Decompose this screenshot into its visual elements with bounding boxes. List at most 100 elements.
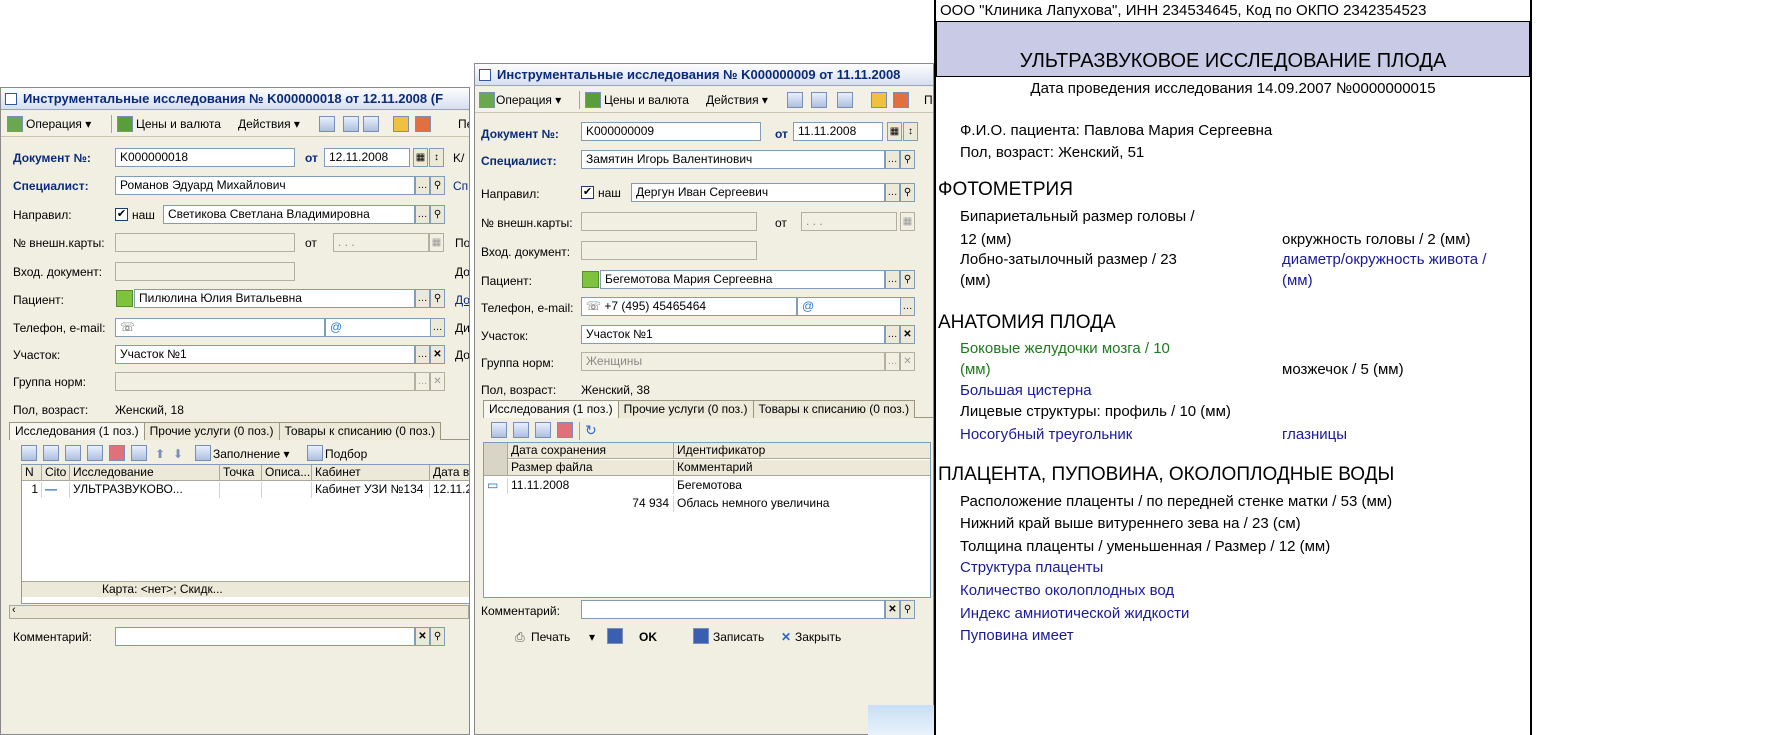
card-field[interactable] bbox=[115, 233, 295, 252]
refresh-icon[interactable] bbox=[363, 116, 379, 132]
report-link[interactable]: Структура плаценты bbox=[960, 559, 1103, 577]
ok-button[interactable]: OK bbox=[639, 629, 657, 645]
select-button[interactable]: … bbox=[885, 325, 900, 344]
date-field[interactable]: 12.11.2008 bbox=[324, 148, 410, 167]
select-button[interactable]: … bbox=[415, 345, 430, 364]
edit-row-icon[interactable] bbox=[513, 422, 529, 438]
grid-header[interactable]: Точка bbox=[220, 465, 262, 481]
table-cell[interactable] bbox=[220, 482, 262, 498]
close-button[interactable]: Закрыть bbox=[795, 629, 841, 645]
specialist-field[interactable]: Замятин Игорь Валентинович bbox=[581, 150, 885, 169]
select-button[interactable]: … bbox=[430, 318, 445, 337]
table-cell[interactable]: Бегемотова bbox=[674, 478, 930, 494]
clear-icon[interactable]: ✕ bbox=[430, 345, 445, 364]
grid-header[interactable]: Комментарий bbox=[674, 460, 930, 476]
area-field[interactable]: Участок №1 bbox=[581, 325, 885, 344]
table-cell[interactable]: 74 934 bbox=[508, 496, 674, 512]
calendar-icon[interactable]: ▦ bbox=[413, 148, 428, 167]
clear-icon[interactable]: ✕ bbox=[415, 627, 430, 646]
area-field[interactable]: Участок №1 bbox=[115, 345, 415, 364]
tab-writeoff-goods[interactable]: Товары к списанию (0 поз.) bbox=[752, 400, 916, 418]
fill-button[interactable]: Заполнение ▾ bbox=[213, 446, 290, 462]
grid-header[interactable]: Cito bbox=[42, 465, 70, 481]
add-row-icon[interactable] bbox=[21, 445, 37, 461]
report-link[interactable]: Пуповина имеет bbox=[960, 627, 1074, 645]
search-icon[interactable]: ⚲ bbox=[900, 183, 915, 202]
report-link[interactable]: Индекс амниотической жидкости bbox=[960, 605, 1189, 623]
prices-button[interactable]: Цены и валюта bbox=[601, 91, 692, 109]
table-cell[interactable]: 1 bbox=[22, 482, 42, 498]
grid-header[interactable]: N bbox=[22, 465, 42, 481]
refresh-icon[interactable]: ↻ bbox=[585, 422, 597, 438]
select-button[interactable]: … bbox=[885, 352, 900, 371]
report-link[interactable]: диаметр/окружность живота / bbox=[1282, 251, 1486, 269]
grid-header[interactable]: Дата сохранения bbox=[508, 443, 674, 459]
add-row-icon[interactable] bbox=[491, 422, 507, 438]
table-cell[interactable]: 11.11.2008 bbox=[508, 478, 674, 494]
structure-icon[interactable] bbox=[811, 92, 827, 108]
select-button[interactable]: … bbox=[885, 150, 900, 169]
prices-button[interactable]: Цены и валюта bbox=[133, 115, 224, 133]
tab-writeoff-goods[interactable]: Товары к списанию (0 поз.) bbox=[278, 422, 442, 440]
search-icon[interactable]: ⚲ bbox=[900, 600, 915, 619]
structure-icon[interactable] bbox=[343, 116, 359, 132]
movement-icon[interactable] bbox=[393, 116, 409, 132]
search-icon[interactable]: ⚲ bbox=[430, 289, 445, 308]
in-doc-field[interactable] bbox=[115, 262, 295, 281]
select-button[interactable]: … bbox=[415, 205, 430, 224]
save-button[interactable]: Записать bbox=[713, 629, 764, 645]
copy-row-icon[interactable] bbox=[43, 445, 59, 461]
own-checkbox[interactable]: ✔ bbox=[115, 208, 128, 221]
select-button[interactable]: … bbox=[415, 372, 430, 391]
clear-icon[interactable]: ✕ bbox=[900, 352, 915, 371]
select-button[interactable]: … bbox=[415, 289, 430, 308]
movement-icon[interactable] bbox=[871, 92, 887, 108]
delete-row-icon[interactable] bbox=[87, 445, 103, 461]
own-checkbox[interactable]: ✔ bbox=[581, 186, 594, 199]
email-field[interactable]: @ bbox=[325, 318, 431, 337]
delete-row-icon[interactable] bbox=[535, 422, 551, 438]
norm-group-field[interactable] bbox=[115, 372, 415, 391]
card-date-field[interactable]: . . . bbox=[333, 233, 429, 252]
grid-header[interactable]: Описа... bbox=[262, 465, 312, 481]
grid-header[interactable]: Идентификатор bbox=[674, 443, 930, 459]
actions-button[interactable]: Действия ▾ bbox=[703, 91, 771, 109]
search-icon[interactable]: ⚲ bbox=[430, 205, 445, 224]
search-icon[interactable]: ⚲ bbox=[900, 150, 915, 169]
move-down-icon[interactable]: ⬇ bbox=[173, 446, 183, 462]
in-doc-field[interactable] bbox=[581, 241, 757, 260]
print-menu-icon[interactable]: ▾ bbox=[589, 629, 595, 645]
calendar-icon[interactable]: ▦ bbox=[887, 122, 902, 141]
grid-header[interactable]: Дата в bbox=[430, 465, 469, 481]
tab-research[interactable]: Исследования (1 поз.) bbox=[483, 400, 619, 418]
operation-button[interactable]: Операция ▾ bbox=[493, 91, 564, 109]
table-cell[interactable] bbox=[262, 482, 312, 498]
patient-field[interactable]: Пилюлина Юлия Витальевна bbox=[134, 289, 415, 308]
arrow-icon[interactable] bbox=[787, 92, 803, 108]
horizontal-scrollbar[interactable]: ‹ bbox=[9, 604, 469, 619]
refresh-icon[interactable] bbox=[837, 92, 853, 108]
calendar-icon[interactable]: ▦ bbox=[429, 233, 444, 252]
select-button[interactable]: … bbox=[900, 297, 915, 316]
search-icon[interactable]: ⚲ bbox=[430, 627, 445, 646]
norm-group-field[interactable]: Женщины bbox=[581, 352, 885, 371]
table-cell[interactable]: Кабинет УЗИ №134 bbox=[312, 482, 430, 498]
date-field[interactable]: 11.11.2008 bbox=[793, 122, 883, 141]
remove-row-icon[interactable] bbox=[109, 445, 125, 461]
specialist-field[interactable]: Романов Эдуард Михайлович bbox=[115, 176, 415, 195]
report-link[interactable]: (мм) bbox=[1282, 272, 1313, 290]
report-icon[interactable] bbox=[415, 116, 431, 132]
card-field[interactable] bbox=[581, 212, 757, 231]
tab-other-services[interactable]: Прочие услуги (0 поз.) bbox=[617, 400, 754, 418]
doc-number-field[interactable]: K000000018 bbox=[115, 148, 295, 167]
report-link[interactable]: (мм) bbox=[960, 361, 991, 379]
operation-button[interactable]: Операция ▾ bbox=[23, 115, 94, 133]
report-icon[interactable] bbox=[893, 92, 909, 108]
comment-field[interactable] bbox=[115, 627, 415, 646]
pick-button[interactable]: Подбор bbox=[325, 446, 367, 462]
scroll-left-icon[interactable]: ‹ bbox=[12, 604, 16, 616]
select-button[interactable]: … bbox=[415, 176, 430, 195]
search-icon[interactable]: ⚲ bbox=[430, 176, 445, 195]
print-button[interactable]: Печать bbox=[531, 629, 570, 645]
email-field[interactable]: @ bbox=[797, 297, 901, 316]
